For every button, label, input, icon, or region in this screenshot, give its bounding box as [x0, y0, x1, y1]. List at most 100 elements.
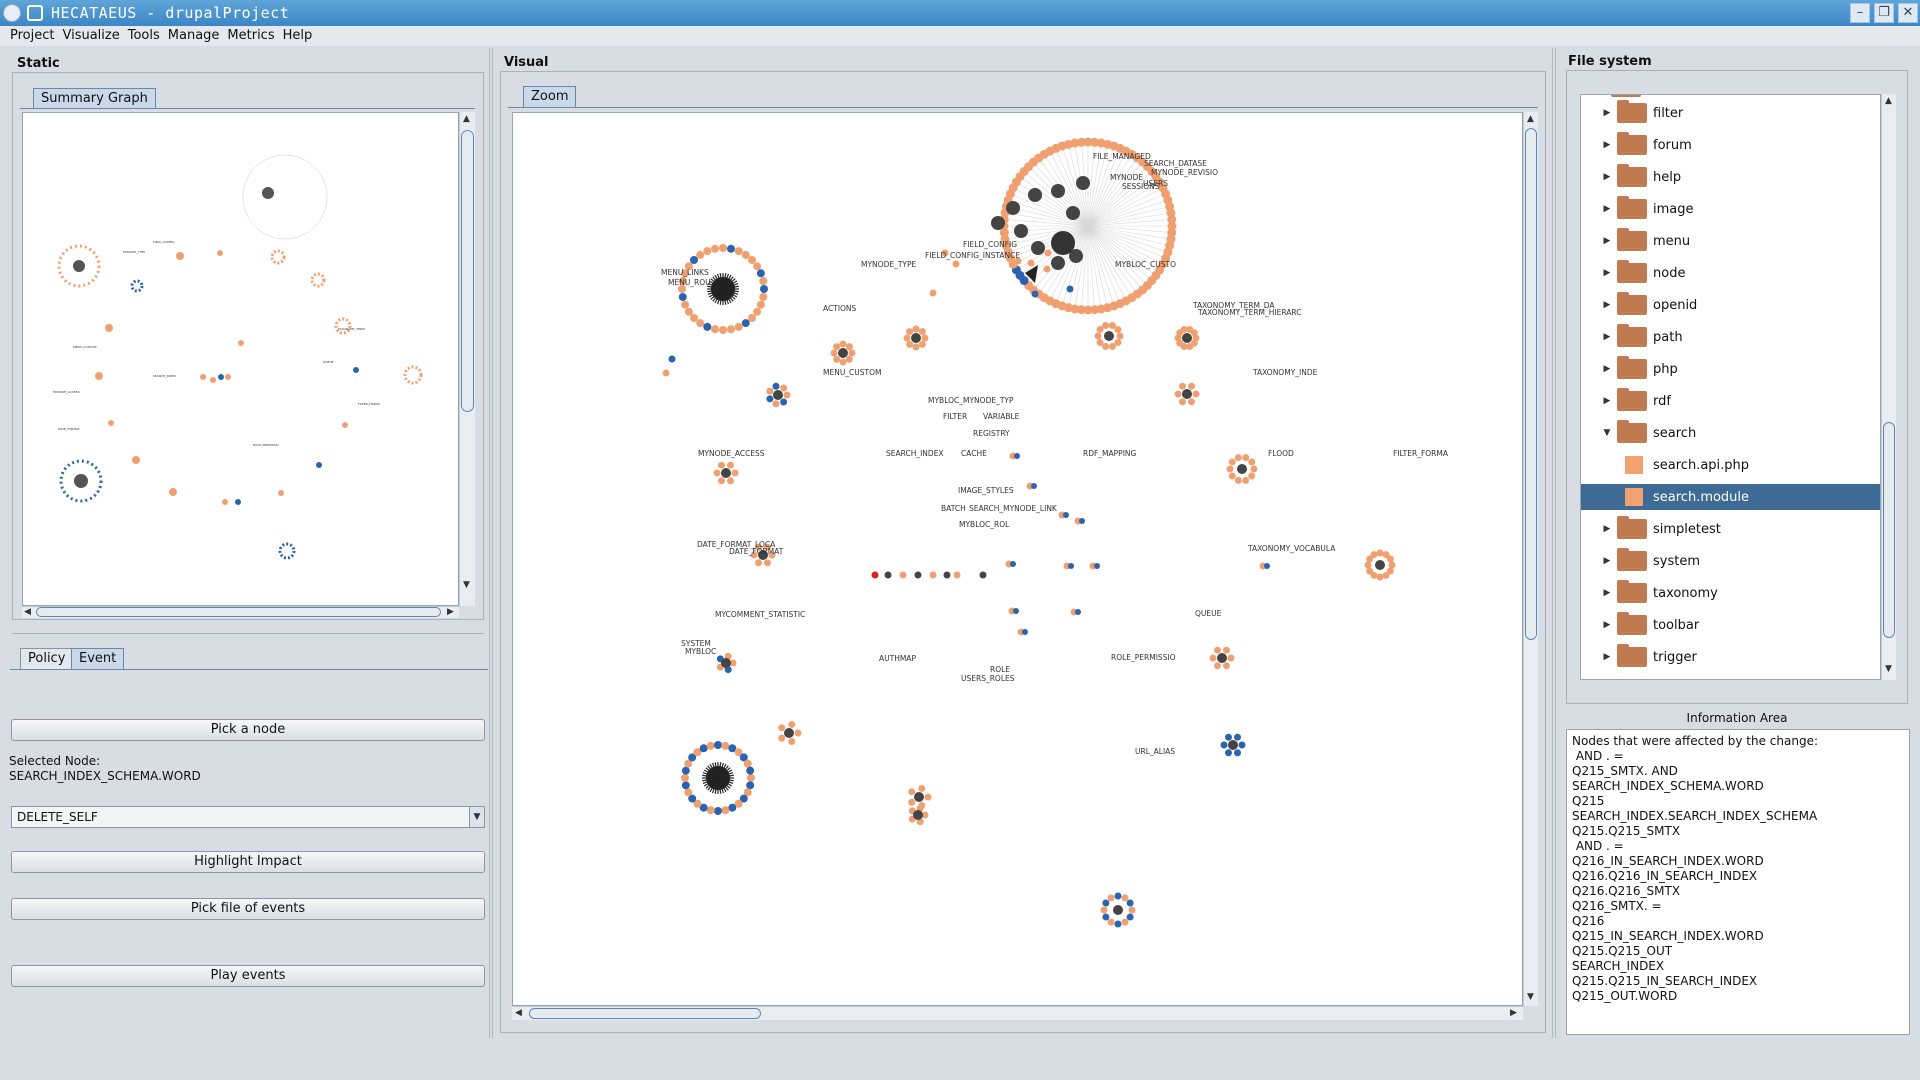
- graph-node[interactable]: [833, 343, 841, 351]
- graph-node[interactable]: [1188, 382, 1195, 390]
- graph-node[interactable]: [1044, 249, 1052, 257]
- summary-vscroll-thumb[interactable]: [461, 130, 474, 412]
- graph-node[interactable]: [1179, 382, 1186, 390]
- graph-node[interactable]: [678, 292, 687, 301]
- graph-node[interactable]: [1214, 662, 1221, 670]
- info-area[interactable]: Nodes that were affected by the change: …: [1566, 729, 1910, 1035]
- graph-node[interactable]: [772, 382, 780, 390]
- graph-edge[interactable]: [1087, 225, 1148, 286]
- graph-node[interactable]: [684, 788, 693, 797]
- graph-node[interactable]: [731, 469, 739, 477]
- graph-node[interactable]: [1100, 906, 1108, 914]
- chevron-right-icon[interactable]: ▶: [1601, 268, 1613, 278]
- graph-node[interactable]: [1228, 472, 1236, 480]
- graph-node[interactable]: [1022, 629, 1028, 635]
- tree-folder-item[interactable]: ▶ forum: [1581, 132, 1880, 158]
- graph-node[interactable]: [721, 741, 730, 750]
- chevron-right-icon[interactable]: ▶: [1601, 524, 1613, 534]
- graph-hub-node[interactable]: [838, 348, 848, 358]
- graph-node[interactable]: [979, 571, 987, 579]
- graph-node[interactable]: [1068, 563, 1074, 569]
- chevron-right-icon[interactable]: ▶: [1601, 108, 1613, 118]
- close-icon[interactable]: ✕: [1898, 3, 1918, 23]
- graph-node[interactable]: [906, 340, 914, 348]
- graph-node[interactable]: [747, 313, 756, 322]
- graph-hub-node[interactable]: [1076, 176, 1090, 190]
- graph-node[interactable]: [706, 806, 715, 815]
- graph-node[interactable]: [833, 355, 841, 363]
- graph-node[interactable]: [714, 807, 722, 815]
- graph-node[interactable]: [1063, 512, 1069, 518]
- graph-hub-node[interactable]: [1182, 389, 1192, 399]
- graph-node[interactable]: [780, 384, 788, 392]
- tree-folder-item[interactable]: ▼ search: [1581, 420, 1880, 446]
- left-splitter[interactable]: [489, 48, 493, 1038]
- graph-node[interactable]: [1223, 646, 1230, 654]
- graph-hub-node[interactable]: [1113, 905, 1123, 915]
- graph-node[interactable]: [1264, 563, 1270, 569]
- graph-node[interactable]: [830, 349, 838, 357]
- graph-node[interactable]: [690, 256, 699, 265]
- graph-node[interactable]: [759, 277, 768, 286]
- pick-file-events-button[interactable]: Pick file of events: [11, 898, 485, 920]
- graph-node[interactable]: [1227, 654, 1235, 662]
- graph-node[interactable]: [845, 355, 853, 363]
- graph-node[interactable]: [753, 262, 762, 271]
- graph-node[interactable]: [1366, 567, 1374, 575]
- tree-folder-item[interactable]: ▶ help: [1581, 164, 1880, 190]
- graph-node[interactable]: [1388, 561, 1396, 569]
- tree-folder-item[interactable]: ▶ path: [1581, 324, 1880, 350]
- graph-node[interactable]: [953, 571, 961, 579]
- graph-node[interactable]: [1102, 913, 1110, 921]
- graph-node[interactable]: [1107, 918, 1115, 926]
- graph-node[interactable]: [794, 729, 802, 737]
- graph-node[interactable]: [1066, 285, 1074, 293]
- zoom-vscroll-thumb[interactable]: [1525, 128, 1537, 640]
- graph-hub-node[interactable]: [1228, 740, 1238, 750]
- tree-folder-item[interactable]: ▶ image: [1581, 196, 1880, 222]
- menu-help[interactable]: Help: [283, 26, 313, 46]
- graph-node[interactable]: [912, 343, 920, 351]
- graph-node[interactable]: [1094, 332, 1102, 340]
- chevron-right-icon[interactable]: ▶: [1601, 172, 1613, 182]
- graph-node[interactable]: [1248, 458, 1256, 466]
- graph-node[interactable]: [908, 798, 916, 806]
- tree-folder-item[interactable]: ▶ trigger: [1581, 644, 1880, 670]
- graph-hub-node[interactable]: [1217, 653, 1227, 663]
- graph-node[interactable]: [703, 322, 712, 331]
- graph-node[interactable]: [1121, 918, 1129, 926]
- graph-node[interactable]: [918, 784, 926, 792]
- graph-node[interactable]: [1226, 465, 1234, 473]
- tree-file-item[interactable]: search.module: [1581, 484, 1880, 510]
- graph-node[interactable]: [756, 300, 765, 309]
- graph-node[interactable]: [908, 788, 916, 796]
- zoom-graph-canvas[interactable]: MENU_LINKS MENU_ROU MYNODE_TYPE FIELD_CONFI…: [512, 112, 1523, 1006]
- graph-node[interactable]: [839, 358, 847, 366]
- tab-event[interactable]: Event: [71, 648, 125, 669]
- graph-node[interactable]: [699, 744, 708, 753]
- graph-node[interactable]: [681, 774, 689, 782]
- graph-node[interactable]: [718, 477, 725, 485]
- graph-node[interactable]: [1248, 472, 1256, 480]
- graph-node[interactable]: [788, 720, 796, 728]
- graph-node[interactable]: [746, 781, 755, 790]
- graph-edge[interactable]: [1087, 225, 1153, 281]
- tree-folder-item[interactable]: ▶ rdf: [1581, 388, 1880, 414]
- tree-folder-item[interactable]: ▶ toolbar: [1581, 612, 1880, 638]
- chevron-right-icon[interactable]: ▶: [1601, 652, 1613, 662]
- event-type-select[interactable]: DELETE_SELF ▼: [11, 806, 485, 828]
- graph-hub-node[interactable]: [773, 390, 783, 400]
- graph-node[interactable]: [714, 741, 722, 749]
- graph-node[interactable]: [718, 461, 725, 469]
- graph-edge[interactable]: [1043, 154, 1089, 227]
- graph-node[interactable]: [1188, 398, 1195, 406]
- menu-project[interactable]: Project: [10, 26, 54, 46]
- graph-hub-node[interactable]: [1051, 256, 1065, 270]
- chevron-right-icon[interactable]: ▶: [1601, 556, 1613, 566]
- graph-node[interactable]: [918, 328, 926, 336]
- graph-node[interactable]: [1364, 561, 1372, 569]
- graph-node[interactable]: [1242, 454, 1250, 462]
- graph-node[interactable]: [1179, 398, 1186, 406]
- graph-node[interactable]: [764, 559, 771, 567]
- graph-node[interactable]: [696, 319, 705, 328]
